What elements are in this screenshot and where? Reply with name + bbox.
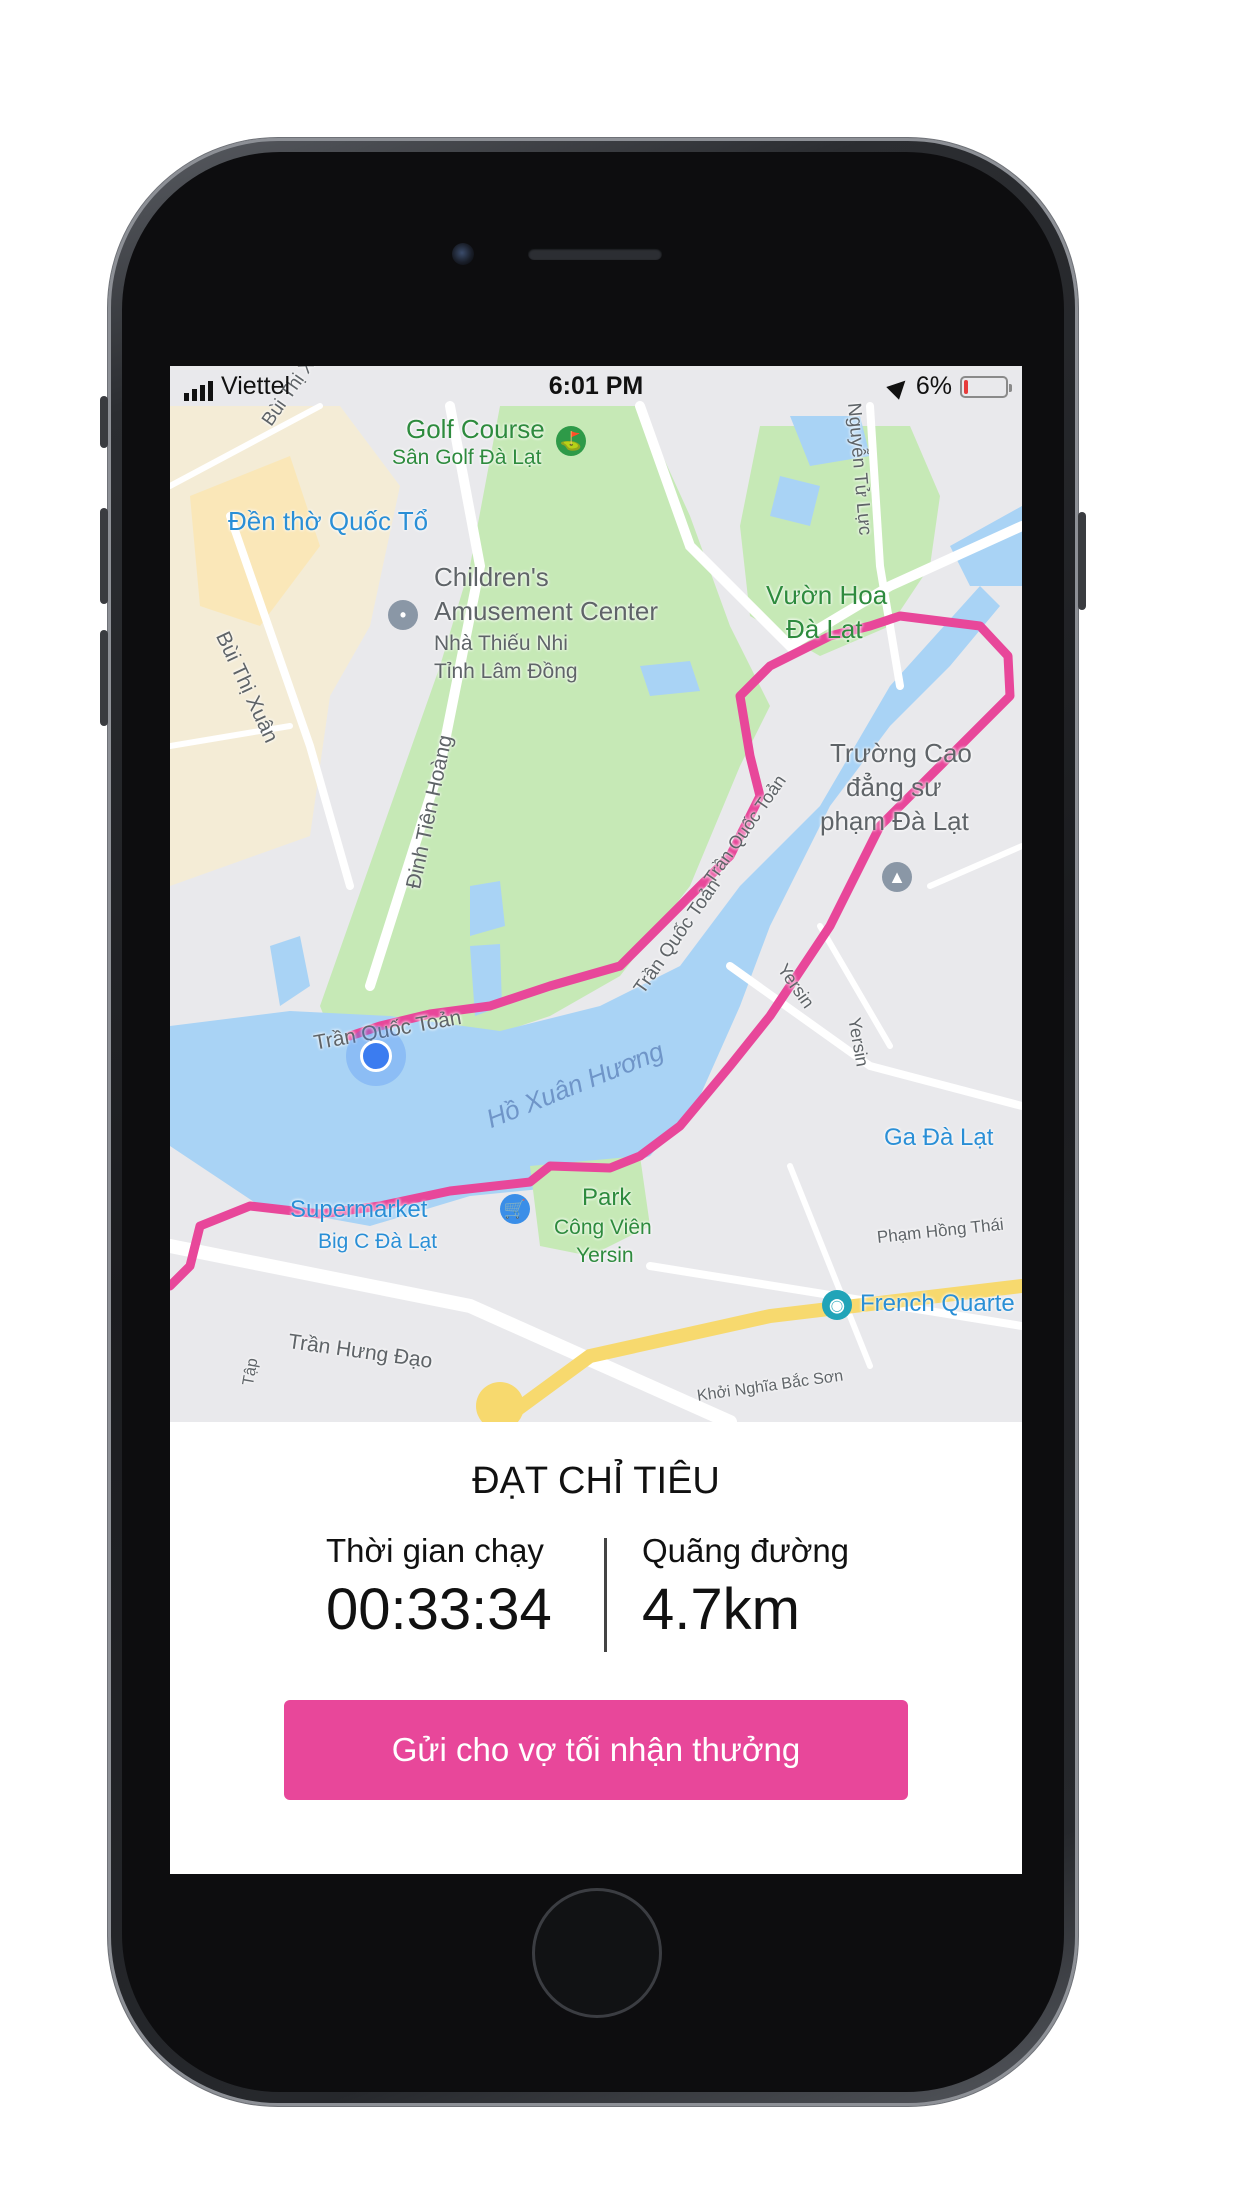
golf-icon[interactable]: ⛳ [556,426,586,456]
send-reward-button[interactable]: Gửi cho vợ tối nhận thưởng [284,1700,908,1800]
battery-level [964,379,968,394]
map-label-french-quarter[interactable]: French Quarte [860,1290,1015,1318]
map-label-supermarket[interactable]: Supermarket [290,1196,427,1224]
map-label-big-c[interactable]: Big C Đà Lạt [318,1230,437,1254]
app-screen: Viettel 6:01 PM 6% ⛳ • ▲ 🛒 ◉ Golf Course… [170,366,1022,1874]
map-label-park[interactable]: Park [582,1184,631,1212]
silent-switch [100,396,108,448]
volume-up-button [100,508,108,604]
map-label-golf-course[interactable]: Golf Course [406,414,545,445]
map-label-nha-thieu-nhi[interactable]: Nhà Thiếu Nhi [434,632,568,656]
status-bar-right: 6% [886,372,1012,401]
earpiece-speaker [528,248,662,260]
camera-poi-icon[interactable]: ◉ [822,1290,852,1320]
map-label-yersin-park[interactable]: Yersin [576,1244,634,1268]
map-label-ga-da-lat[interactable]: Ga Đà Lạt [884,1124,993,1152]
map-label-childrens[interactable]: Children's [434,562,549,593]
distance-value: 4.7km [642,1577,800,1642]
map-label-da-lat[interactable]: Đà Lạt [786,614,863,645]
location-arrow-icon [886,373,912,400]
home-button[interactable] [532,1888,662,2018]
map-label-vuon-hoa[interactable]: Vườn Hoa [766,580,887,611]
goal-achieved-title: ĐẠT CHỈ TIÊU [472,1460,720,1502]
power-button [1078,512,1086,610]
battery-icon [960,375,1012,398]
results-panel: ĐẠT CHỈ TIÊU Thời gian chạy 00:33:34 Quã… [170,1422,1022,1874]
battery-percent: 6% [915,372,952,400]
map-label-truong-cao[interactable]: Trường Cao [830,738,972,769]
map-label-dang-su[interactable]: đẳng sư [846,772,941,803]
place-pin-icon[interactable]: • [388,600,418,630]
map-label-san-golf[interactable]: Sân Golf Đà Lạt [392,446,541,470]
run-time-value: 00:33:34 [326,1577,552,1642]
map-label-den-tho[interactable]: Đền thờ Quốc Tổ [228,506,428,537]
route-map[interactable]: Viettel 6:01 PM 6% ⛳ • ▲ 🛒 ◉ Golf Course… [170,366,1022,1422]
volume-down-button [100,630,108,726]
map-label-pham-da-lat[interactable]: phạm Đà Lạt [820,806,969,837]
user-location-dot[interactable] [360,1040,392,1072]
distance-stat: Quãng đường 4.7km [642,1532,849,1643]
school-icon[interactable]: ▲ [882,862,912,892]
map-label-amusement[interactable]: Amusement Center [434,596,658,627]
front-camera [452,243,474,265]
map-label-tinh-lam-dong[interactable]: Tỉnh Lâm Đồng [434,660,578,684]
run-time-label: Thời gian chạy [326,1532,544,1569]
map-label-cong-vien[interactable]: Công Viên [554,1216,652,1240]
distance-label: Quãng đường [642,1532,850,1569]
status-bar: Viettel 6:01 PM 6% [170,366,1022,406]
stats-divider [604,1538,607,1652]
shopping-cart-icon[interactable]: 🛒 [500,1194,530,1224]
run-time-stat: Thời gian chạy 00:33:34 [326,1532,552,1643]
